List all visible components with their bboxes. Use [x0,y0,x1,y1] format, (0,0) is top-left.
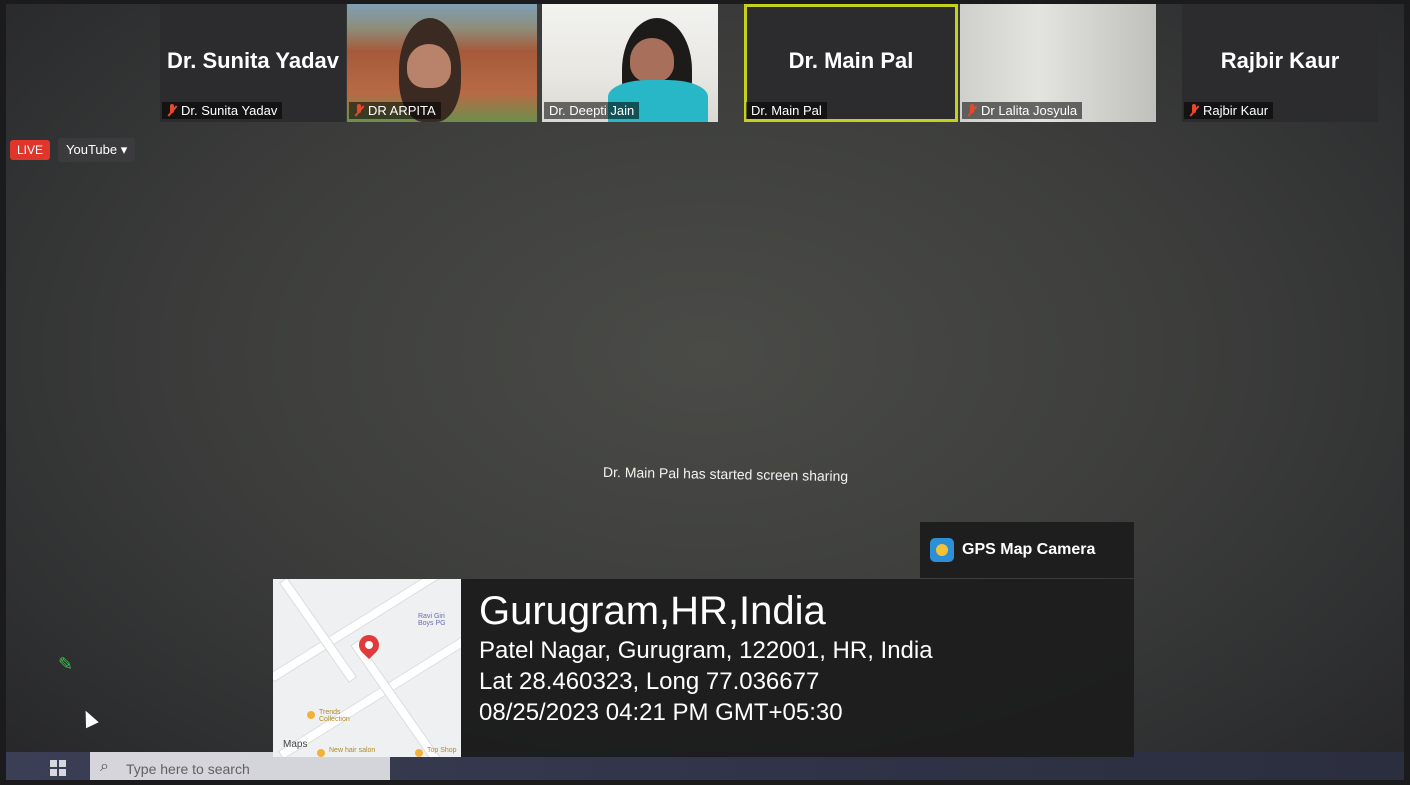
gps-info: Gurugram,HR,India Patel Nagar, Gurugram,… [479,587,933,728]
screen-share-notice: Dr. Main Pal has started screen sharing [602,463,849,485]
mini-map: Ravi Giri Boys PG Trends Collection New … [273,579,461,757]
participant-name: Dr. Main Pal [788,48,914,73]
participant-tile-lalita[interactable]: Dr Lalita Josyula [960,4,1156,122]
apple-maps-logo: Maps [283,739,307,750]
youtube-stream-dropdown[interactable]: YouTube ▾ [58,138,136,162]
mouse-cursor-icon [79,707,99,729]
pencil-icon[interactable]: ✎ [58,654,73,675]
map-poi-dot [317,749,325,757]
map-poi-label: Trends Collection [319,709,350,723]
face [630,38,674,82]
map-poi-label: New hair salon [329,747,376,754]
live-stream-bar: LIVE YouTube ▾ [10,138,136,162]
windows-start-icon[interactable] [50,760,66,776]
mic-muted-icon [167,104,177,117]
participant-caption: Dr Lalita Josyula [962,102,1083,119]
gps-coordinates: Lat 28.460323, Long 77.036677 [479,668,820,695]
map-poi-label: Top Shop [427,747,457,754]
mic-muted-icon [967,104,977,117]
gps-address: Patel Nagar, Gurugram, 122001, HR, India [479,637,933,664]
caret-down-icon: ▾ [120,142,128,157]
caption-text: Dr. Sunita Yadav [181,103,278,118]
participant-caption: Rajbir Kaur [1184,102,1274,119]
search-icon: ⌕ [100,758,109,775]
gps-datetime: 08/25/2023 04:21 PM GMT+05:30 [479,699,843,726]
map-poi-dot [415,749,423,757]
caption-text: Rajbir Kaur [1203,103,1269,118]
participant-tile-rajbir[interactable]: Rajbir Kaur Rajbir Kaur [1182,4,1378,122]
participant-caption: Dr. Main Pal [746,102,827,119]
caption-text: DR ARPITA [368,103,436,118]
gps-app-name: GPS Map Camera [962,541,1096,558]
gps-city: Gurugram,HR,India [479,589,826,633]
maps-label: Maps [283,739,308,750]
search-placeholder: Type here to search [126,761,250,777]
map-poi-dot [307,711,315,719]
caption-text: Dr Lalita Josyula [981,103,1078,118]
participant-name: Rajbir Kaur [1220,48,1340,73]
participant-caption: Dr. Deepti Jain [544,102,640,119]
face [407,44,451,88]
gps-camera-app-icon [930,538,954,562]
participant-tile-mainpal[interactable]: Dr. Main Pal Dr. Main Pal [744,4,958,122]
participant-caption: Dr. Sunita Yadav [162,102,283,119]
caption-text: Dr. Main Pal [751,103,822,118]
stream-platform-label: YouTube [66,142,118,157]
participant-tile-deepti[interactable]: Dr. Deepti Jain [542,4,718,122]
participant-tile-arpita[interactable]: DR ARPITA [347,4,537,122]
map-poi-label: Ravi Giri Boys PG [418,613,446,627]
mic-muted-icon [354,104,364,117]
gps-stamp-panel: Ravi Giri Boys PG Trends Collection New … [273,579,1134,757]
caption-text: Dr. Deepti Jain [549,103,635,118]
participant-tile-sunita[interactable]: Dr. Sunita Yadav Dr. Sunita Yadav [160,4,346,122]
mic-muted-icon [1189,104,1199,117]
live-badge: LIVE [10,140,51,160]
meeting-window: Dr. Sunita Yadav Dr. Sunita Yadav DR ARP… [6,4,1404,780]
participant-name: Dr. Sunita Yadav [166,48,339,73]
participant-caption: DR ARPITA [349,102,441,119]
gps-app-tag: GPS Map Camera [920,522,1134,578]
